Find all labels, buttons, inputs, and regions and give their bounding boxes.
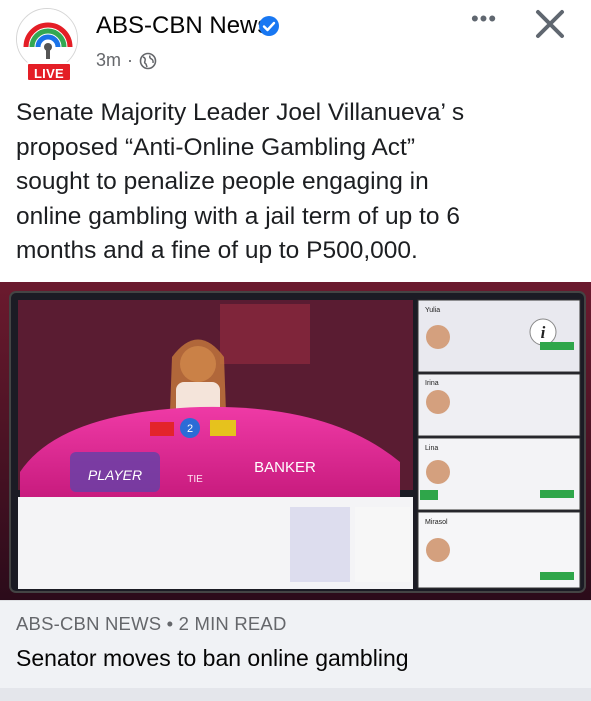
globe-icon — [139, 52, 157, 69]
post-divider — [0, 688, 591, 701]
tie-label: TIE — [187, 474, 203, 485]
dealer-name: Mirasol — [425, 519, 448, 526]
more-icon[interactable]: ••• — [466, 8, 502, 36]
caption-line: Senate Majority Leader Joel Villanueva’ … — [16, 99, 465, 126]
post-time[interactable]: 3m — [96, 50, 121, 71]
caption-line: sought to penalize people engaging in — [16, 168, 429, 195]
dealer-name: Irina — [425, 380, 439, 387]
meta-separator: · — [127, 50, 134, 70]
post-header: LIVE ABS-CBN News 3m · ••• — [0, 0, 591, 92]
dealer-name: Lina — [425, 445, 438, 452]
page-name-link[interactable]: ABS-CBN News — [96, 12, 269, 40]
link-preview[interactable]: ABS-CBN NEWS • 2 MIN READ Senator moves … — [0, 600, 591, 701]
post-meta: 3m · — [96, 50, 157, 71]
post-image[interactable]: PLAYER TIE BANKER 2 Yulia Irina Lina Mir… — [0, 282, 591, 600]
banker-label: BANKER — [254, 459, 316, 476]
live-badge: LIVE — [26, 62, 72, 82]
page-avatar[interactable] — [16, 8, 78, 70]
link-domain: ABS-CBN NEWS • 2 MIN READ — [16, 613, 287, 634]
caption-line: proposed “Anti-Online Gambling Act” — [16, 133, 415, 161]
caption-line: online gambling with a jail term of up t… — [16, 202, 460, 230]
casino-screen-image: PLAYER TIE BANKER 2 Yulia Irina Lina Mir… — [0, 282, 591, 600]
post-caption: Senate Majority Leader Joel Villanueva’ … — [16, 96, 581, 269]
close-icon[interactable] — [530, 4, 570, 44]
info-icon[interactable]: i — [541, 323, 546, 342]
facebook-post: LIVE ABS-CBN News 3m · ••• Senate Majori… — [0, 0, 591, 701]
verified-icon — [259, 16, 279, 36]
player-label: PLAYER — [88, 467, 142, 483]
dealer-name: Yulia — [425, 307, 440, 314]
chip-value: 2 — [187, 423, 193, 435]
caption-line: months and a fine of up to P500,000. — [16, 237, 418, 264]
link-title[interactable]: Senator moves to ban online gambling — [16, 645, 409, 672]
abs-cbn-logo-icon — [17, 9, 77, 69]
